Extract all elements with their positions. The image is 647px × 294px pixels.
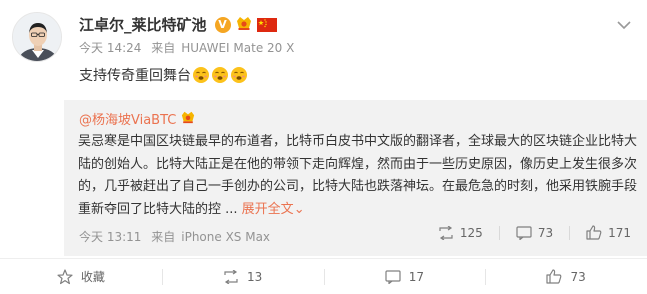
repost-source-prefix: 来自 xyxy=(151,230,176,244)
post-text: 支持传奇重回舞台 xyxy=(79,68,191,84)
lucky-badge-icon xyxy=(180,110,196,128)
repost-count: 13 xyxy=(246,269,263,284)
repost-user-line: @杨海坡ViaBTC xyxy=(79,109,196,128)
repost-icon xyxy=(439,225,453,240)
emoji-icon xyxy=(193,67,209,83)
repost-text-block: 吴忌寒是中国区块链最早的布道者，比特币白皮书中文版的翻译者，全球最大的区块链企业… xyxy=(78,131,638,221)
repost-like-count: 171 xyxy=(608,225,631,240)
china-flag-icon xyxy=(256,17,277,32)
chevron-down-icon: ⌄ xyxy=(293,201,305,217)
emoji-icon xyxy=(231,67,247,83)
like-button[interactable]: 73 xyxy=(485,259,647,294)
repost-icon xyxy=(224,269,238,284)
post-content: 支持传奇重回舞台 xyxy=(79,65,248,85)
divider xyxy=(569,225,571,240)
favorite-button[interactable]: 收藏 xyxy=(0,259,162,294)
comment-count: 17 xyxy=(408,269,425,284)
lucky-badge-icon xyxy=(235,15,253,35)
thumbs-up-icon xyxy=(546,269,562,284)
post-source-prefix: 来自 xyxy=(151,41,176,55)
repost-comment-button[interactable]: 73 xyxy=(516,226,553,240)
author-line: 江卓尔_莱比特矿池 V xyxy=(79,14,277,35)
verified-badge-icon[interactable]: V xyxy=(214,16,231,33)
divider xyxy=(498,225,500,240)
expand-full-text-link[interactable]: 展开全文⌄ xyxy=(242,202,305,217)
comment-icon xyxy=(516,225,532,240)
repost-text: 吴忌寒是中国区块链最早的布道者，比特币白皮书中文版的翻译者，全球最大的区块链企业… xyxy=(78,134,638,217)
repost-time[interactable]: 今天 13:11 xyxy=(79,230,141,244)
repost-like-button[interactable]: 171 xyxy=(586,225,631,240)
post-meta: 今天 14:24 来自 HUAWEI Mate 20 X xyxy=(79,39,300,56)
like-count: 73 xyxy=(570,269,586,284)
repost-comment-count: 73 xyxy=(537,225,554,240)
favorite-label: 收藏 xyxy=(80,270,105,284)
avatar-image xyxy=(13,13,61,61)
post-footer: 收藏 13 17 73 xyxy=(0,258,647,294)
repost-meta: 今天 13:11 来自 iPhone XS Max xyxy=(79,228,276,245)
author-name[interactable]: 江卓尔_莱比特矿池 xyxy=(79,14,207,35)
comment-button[interactable]: 17 xyxy=(323,259,486,294)
post-source: HUAWEI Mate 20 X xyxy=(181,41,295,55)
repost-source: iPhone XS Max xyxy=(181,230,271,244)
more-options-button[interactable] xyxy=(615,16,633,34)
repost-repost-count: 125 xyxy=(459,225,483,240)
emoji-icon xyxy=(212,67,228,83)
emoji-group xyxy=(191,66,248,84)
repost-actions: 125 73 171 xyxy=(422,225,631,240)
repost-card: @杨海坡ViaBTC 吴忌寒是中国区块链最早的布道者，比特币白皮书中文版的翻译者… xyxy=(64,100,647,256)
comment-icon xyxy=(385,269,401,284)
repost-username-link[interactable]: @杨海坡ViaBTC xyxy=(79,109,176,128)
post-time[interactable]: 今天 14:24 xyxy=(79,41,141,55)
avatar[interactable] xyxy=(12,12,62,62)
chevron-down-icon xyxy=(617,20,631,29)
star-icon xyxy=(57,268,73,284)
repost-repost-button[interactable]: 125 xyxy=(438,225,483,240)
thumbs-up-icon xyxy=(586,225,602,240)
repost-button[interactable]: 13 xyxy=(161,259,324,294)
expand-full-text-label: 展开全文 xyxy=(241,201,294,217)
